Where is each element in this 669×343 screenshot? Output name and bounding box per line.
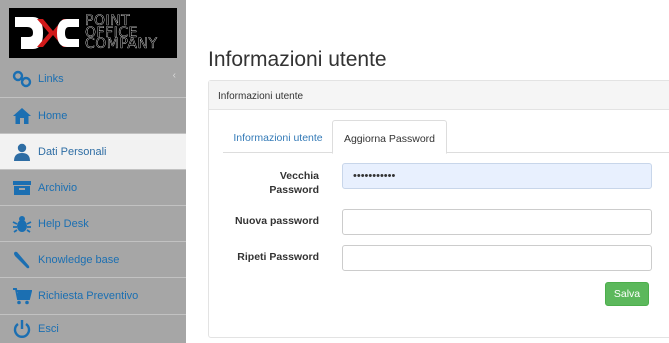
sidebar-item-richiesta-preventivo[interactable]: Richiesta Preventivo <box>0 278 186 314</box>
save-button[interactable]: Salva <box>605 282 649 306</box>
home-icon <box>12 106 32 126</box>
sidebar-item-archivio[interactable]: Archivio <box>0 170 186 205</box>
sidebar-item-dati-personali[interactable]: Dati Personali <box>0 134 186 169</box>
old-password-label-line-2: Password <box>269 184 319 196</box>
old-password-label: Vecchia Password <box>223 169 319 197</box>
new-password-field[interactable] <box>342 209 652 235</box>
app-root: POINT OFFICE COMPANY ‹ Links Home Dati P… <box>0 0 669 343</box>
company-logo[interactable]: POINT OFFICE COMPANY <box>9 8 177 58</box>
cart-icon <box>12 286 32 306</box>
sidebar-item-label: Help Desk <box>38 217 89 230</box>
repeat-password-field[interactable] <box>342 245 652 271</box>
bug-icon <box>12 214 32 234</box>
logo-mark-icon <box>15 17 79 49</box>
sidebar-item-label: Archivio <box>38 181 78 194</box>
sidebar-item-help-desk[interactable]: Help Desk <box>0 206 186 241</box>
power-icon <box>12 319 32 339</box>
archive-icon <box>12 178 32 198</box>
sidebar: POINT OFFICE COMPANY ‹ Links Home Dati P… <box>0 0 186 343</box>
sidebar-item-knowledge-base[interactable]: Knowledge base <box>0 242 186 277</box>
page-title: Informazioni utente <box>208 48 387 71</box>
link-icon <box>12 69 32 89</box>
tab-bar: Informazioni utente Aggiorna Password <box>223 120 669 154</box>
sidebar-item-label: Esci <box>38 323 59 335</box>
sidebar-item-esci[interactable]: Esci <box>0 315 186 343</box>
sidebar-item-label: Links <box>38 73 64 85</box>
sidebar-item-label: Home <box>38 109 68 122</box>
user-info-panel: Informazioni utente Informazioni utente … <box>208 80 669 338</box>
old-password-field[interactable]: ••••••••••• <box>342 163 652 189</box>
repeat-password-label: Ripeti Password <box>237 251 319 263</box>
logo-line-3: COMPANY <box>85 36 158 52</box>
sidebar-item-links[interactable]: Links <box>0 62 186 96</box>
sidebar-item-label: Knowledge base <box>38 253 120 266</box>
sidebar-item-label: Richiesta Preventivo <box>38 290 139 302</box>
tab-informazioni-utente[interactable]: Informazioni utente <box>223 120 333 153</box>
sidebar-item-label: Dati Personali <box>38 145 107 158</box>
new-password-label: Nuova password <box>234 215 319 227</box>
user-icon <box>12 142 32 162</box>
logo-text: POINT OFFICE COMPANY <box>85 14 158 52</box>
old-password-label-line-1: Vecchia <box>279 170 319 182</box>
sidebar-item-home[interactable]: Home <box>0 98 186 133</box>
panel-heading: Informazioni utente <box>209 81 669 110</box>
tab-aggiorna-password[interactable]: Aggiorna Password <box>332 120 447 154</box>
book-icon <box>12 250 32 270</box>
